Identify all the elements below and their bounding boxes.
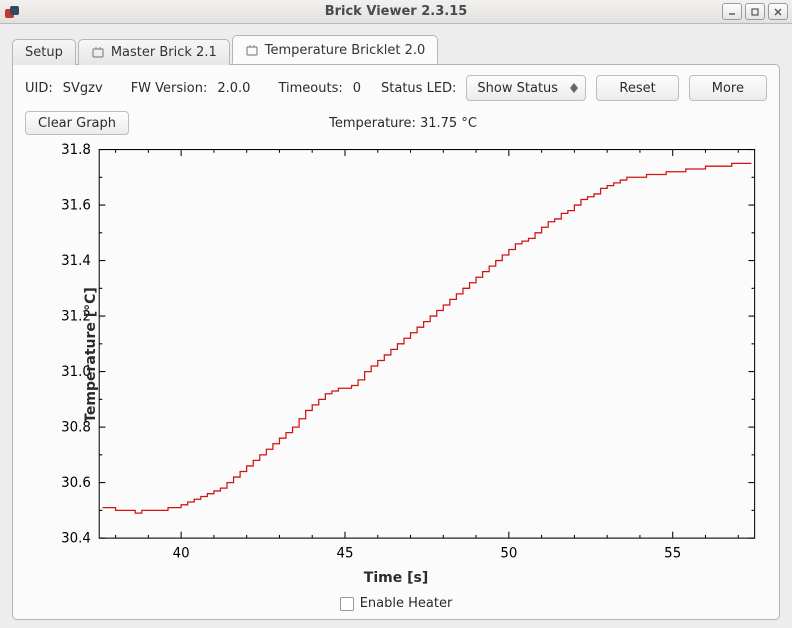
y-axis-label: Temperature [°C]	[83, 287, 99, 423]
tab-label: Master Brick 2.1	[111, 45, 217, 60]
svg-text:30.4: 30.4	[61, 530, 91, 546]
more-button[interactable]: More	[689, 75, 767, 101]
window-controls	[722, 3, 788, 20]
status-led-value: Show Status	[477, 81, 558, 96]
status-led-select[interactable]: Show Status	[466, 75, 586, 101]
enable-heater-label: Enable Heater	[360, 596, 453, 611]
tab-label: Setup	[25, 45, 63, 60]
chart-area: Temperature [°C] 30.430.630.831.031.231.…	[25, 141, 767, 568]
maximize-button[interactable]	[745, 3, 765, 20]
timeouts-label: Timeouts:	[278, 81, 342, 96]
status-led-label: Status LED:	[381, 81, 456, 96]
svg-text:31.6: 31.6	[61, 197, 91, 213]
uid-value: SVgzv	[63, 81, 103, 96]
close-button[interactable]	[768, 3, 788, 20]
footer-row: Enable Heater	[25, 596, 767, 611]
enable-heater-checkbox[interactable]	[340, 597, 354, 611]
svg-text:55: 55	[664, 545, 681, 561]
fw-version-value: 2.0.0	[217, 81, 250, 96]
minimize-button[interactable]	[722, 3, 742, 20]
graph-title: Temperature: 31.75 °C	[129, 116, 677, 131]
tab-temperature-bricklet[interactable]: Temperature Bricklet 2.0	[232, 35, 439, 64]
svg-text:30.6: 30.6	[61, 475, 91, 491]
x-axis-label: Time [s]	[25, 570, 767, 586]
brick-icon	[91, 46, 105, 60]
svg-text:31.8: 31.8	[61, 142, 91, 158]
tab-bar: Setup Master Brick 2.1 Temperature Brick…	[12, 34, 780, 64]
clear-graph-button[interactable]: Clear Graph	[25, 111, 129, 135]
select-spin-icon	[567, 78, 581, 98]
window-body: Setup Master Brick 2.1 Temperature Brick…	[0, 24, 792, 628]
tab-setup[interactable]: Setup	[12, 39, 76, 65]
tab-label: Temperature Bricklet 2.0	[265, 43, 426, 58]
svg-text:50: 50	[500, 545, 517, 561]
app-icon	[4, 4, 20, 20]
reset-button[interactable]: Reset	[596, 75, 678, 101]
tab-content: UID: SVgzv FW Version: 2.0.0 Timeouts: 0…	[12, 64, 780, 620]
temperature-chart: 30.430.630.831.031.231.431.631.840455055	[25, 141, 767, 568]
info-row: UID: SVgzv FW Version: 2.0.0 Timeouts: 0…	[25, 75, 767, 101]
uid-label: UID:	[25, 81, 53, 96]
bricklet-icon	[245, 44, 259, 58]
fw-version-label: FW Version:	[131, 81, 208, 96]
svg-text:40: 40	[173, 545, 190, 561]
tab-master-brick[interactable]: Master Brick 2.1	[78, 39, 230, 65]
window-titlebar: Brick Viewer 2.3.15	[0, 0, 792, 24]
graph-header: Clear Graph Temperature: 31.75 °C	[25, 111, 767, 135]
timeouts-value: 0	[353, 81, 361, 96]
window-title: Brick Viewer 2.3.15	[0, 4, 792, 19]
svg-text:31.4: 31.4	[61, 253, 91, 269]
svg-text:45: 45	[336, 545, 353, 561]
